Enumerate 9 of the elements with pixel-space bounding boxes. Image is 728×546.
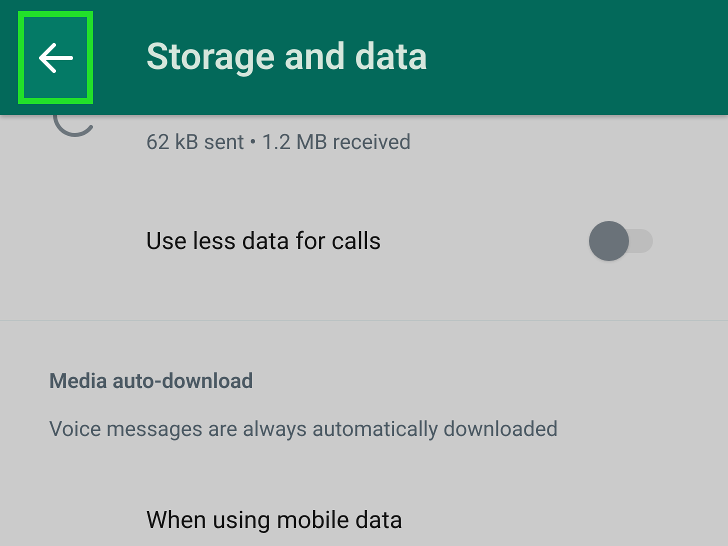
toggle-switch[interactable]	[589, 220, 655, 262]
setting-label[interactable]: When using mobile data	[146, 502, 728, 538]
section-note: Voice messages are always automatically downloaded	[49, 416, 559, 444]
section-heading: Media auto-download	[49, 369, 254, 396]
back-button[interactable]	[18, 11, 93, 104]
screen-title: Storage and data	[146, 34, 428, 81]
back-arrow-icon	[38, 42, 74, 74]
setting-label: Use less data for calls	[146, 226, 382, 256]
network-usage-summary: 62 kB sent • 1.2 MB received	[146, 130, 411, 157]
